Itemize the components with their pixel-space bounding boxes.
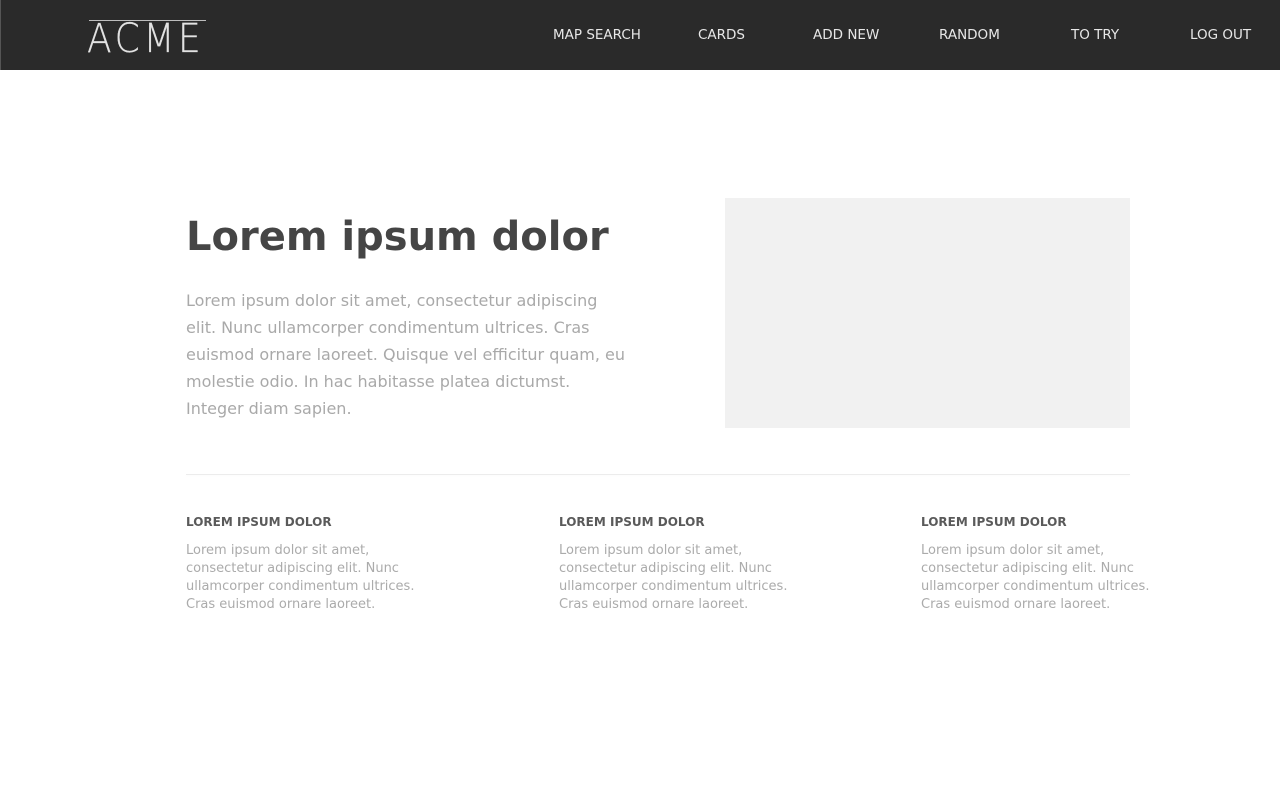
feature-description-line: consectetur adipiscing elit. Nunc <box>186 561 399 576</box>
feature-description: Lorem ipsum dolor sit amet, consectetur … <box>559 542 799 614</box>
feature-description-line: consectetur adipiscing elit. Nunc <box>921 561 1134 576</box>
nav-item-random[interactable]: RANDOM <box>939 27 1000 43</box>
hero-description-line: Lorem ipsum dolor sit amet, consectetur … <box>186 291 598 310</box>
feature-description-line: Cras euismod ornare laoreet. <box>921 597 1111 612</box>
feature-column-1: LOREM IPSUM DOLOR Lorem ipsum dolor sit … <box>186 514 426 614</box>
hero-title: Lorem ipsum dolor <box>186 214 609 260</box>
hero-description-line: elit. Nunc ullamcorper condimentum ultri… <box>186 318 590 337</box>
feature-description-line: Cras euismod ornare laoreet. <box>186 597 376 612</box>
feature-description-line: Lorem ipsum dolor sit amet, <box>186 543 370 558</box>
feature-column-3: LOREM IPSUM DOLOR Lorem ipsum dolor sit … <box>921 514 1161 614</box>
nav-item-cards[interactable]: CARDS <box>698 27 745 43</box>
hero-description: Lorem ipsum dolor sit amet, consectetur … <box>186 287 626 422</box>
nav-item-log-out[interactable]: LOG OUT <box>1190 27 1251 43</box>
nav-item-add-new[interactable]: ADD NEW <box>813 27 879 43</box>
feature-description-line: consectetur adipiscing elit. Nunc <box>559 561 772 576</box>
feature-description-line: ullamcorper condimentum ultrices. <box>559 579 788 594</box>
hero-image-placeholder <box>725 198 1130 428</box>
hero-description-line: molestie odio. In hac habitasse platea d… <box>186 372 571 391</box>
feature-description-line: ullamcorper condimentum ultrices. <box>921 579 1150 594</box>
feature-description-line: ullamcorper condimentum ultrices. <box>186 579 415 594</box>
feature-description: Lorem ipsum dolor sit amet, consectetur … <box>186 542 426 614</box>
feature-title: LOREM IPSUM DOLOR <box>186 515 332 529</box>
section-divider <box>186 474 1130 475</box>
feature-column-2: LOREM IPSUM DOLOR Lorem ipsum dolor sit … <box>559 514 799 614</box>
feature-description-line: Lorem ipsum dolor sit amet, <box>921 543 1105 558</box>
feature-description-line: Lorem ipsum dolor sit amet, <box>559 543 743 558</box>
logo-wordmark: ACME <box>87 16 205 62</box>
feature-title: LOREM IPSUM DOLOR <box>559 515 705 529</box>
feature-title: LOREM IPSUM DOLOR <box>921 515 1067 529</box>
acme-logo[interactable]: ACME <box>87 16 206 62</box>
feature-description: Lorem ipsum dolor sit amet, consectetur … <box>921 542 1161 614</box>
nav-item-map-search[interactable]: MAP SEARCH <box>553 27 641 43</box>
hero-description-line: Integer diam sapien. <box>186 399 352 418</box>
top-navbar: ACME MAP SEARCH CARDS ADD NEW RANDOM TO … <box>0 0 1280 70</box>
nav-item-to-try[interactable]: TO TRY <box>1071 27 1119 43</box>
feature-description-line: Cras euismod ornare laoreet. <box>559 597 749 612</box>
hero-description-line: euismod ornare laoreet. Quisque vel effi… <box>186 345 626 364</box>
